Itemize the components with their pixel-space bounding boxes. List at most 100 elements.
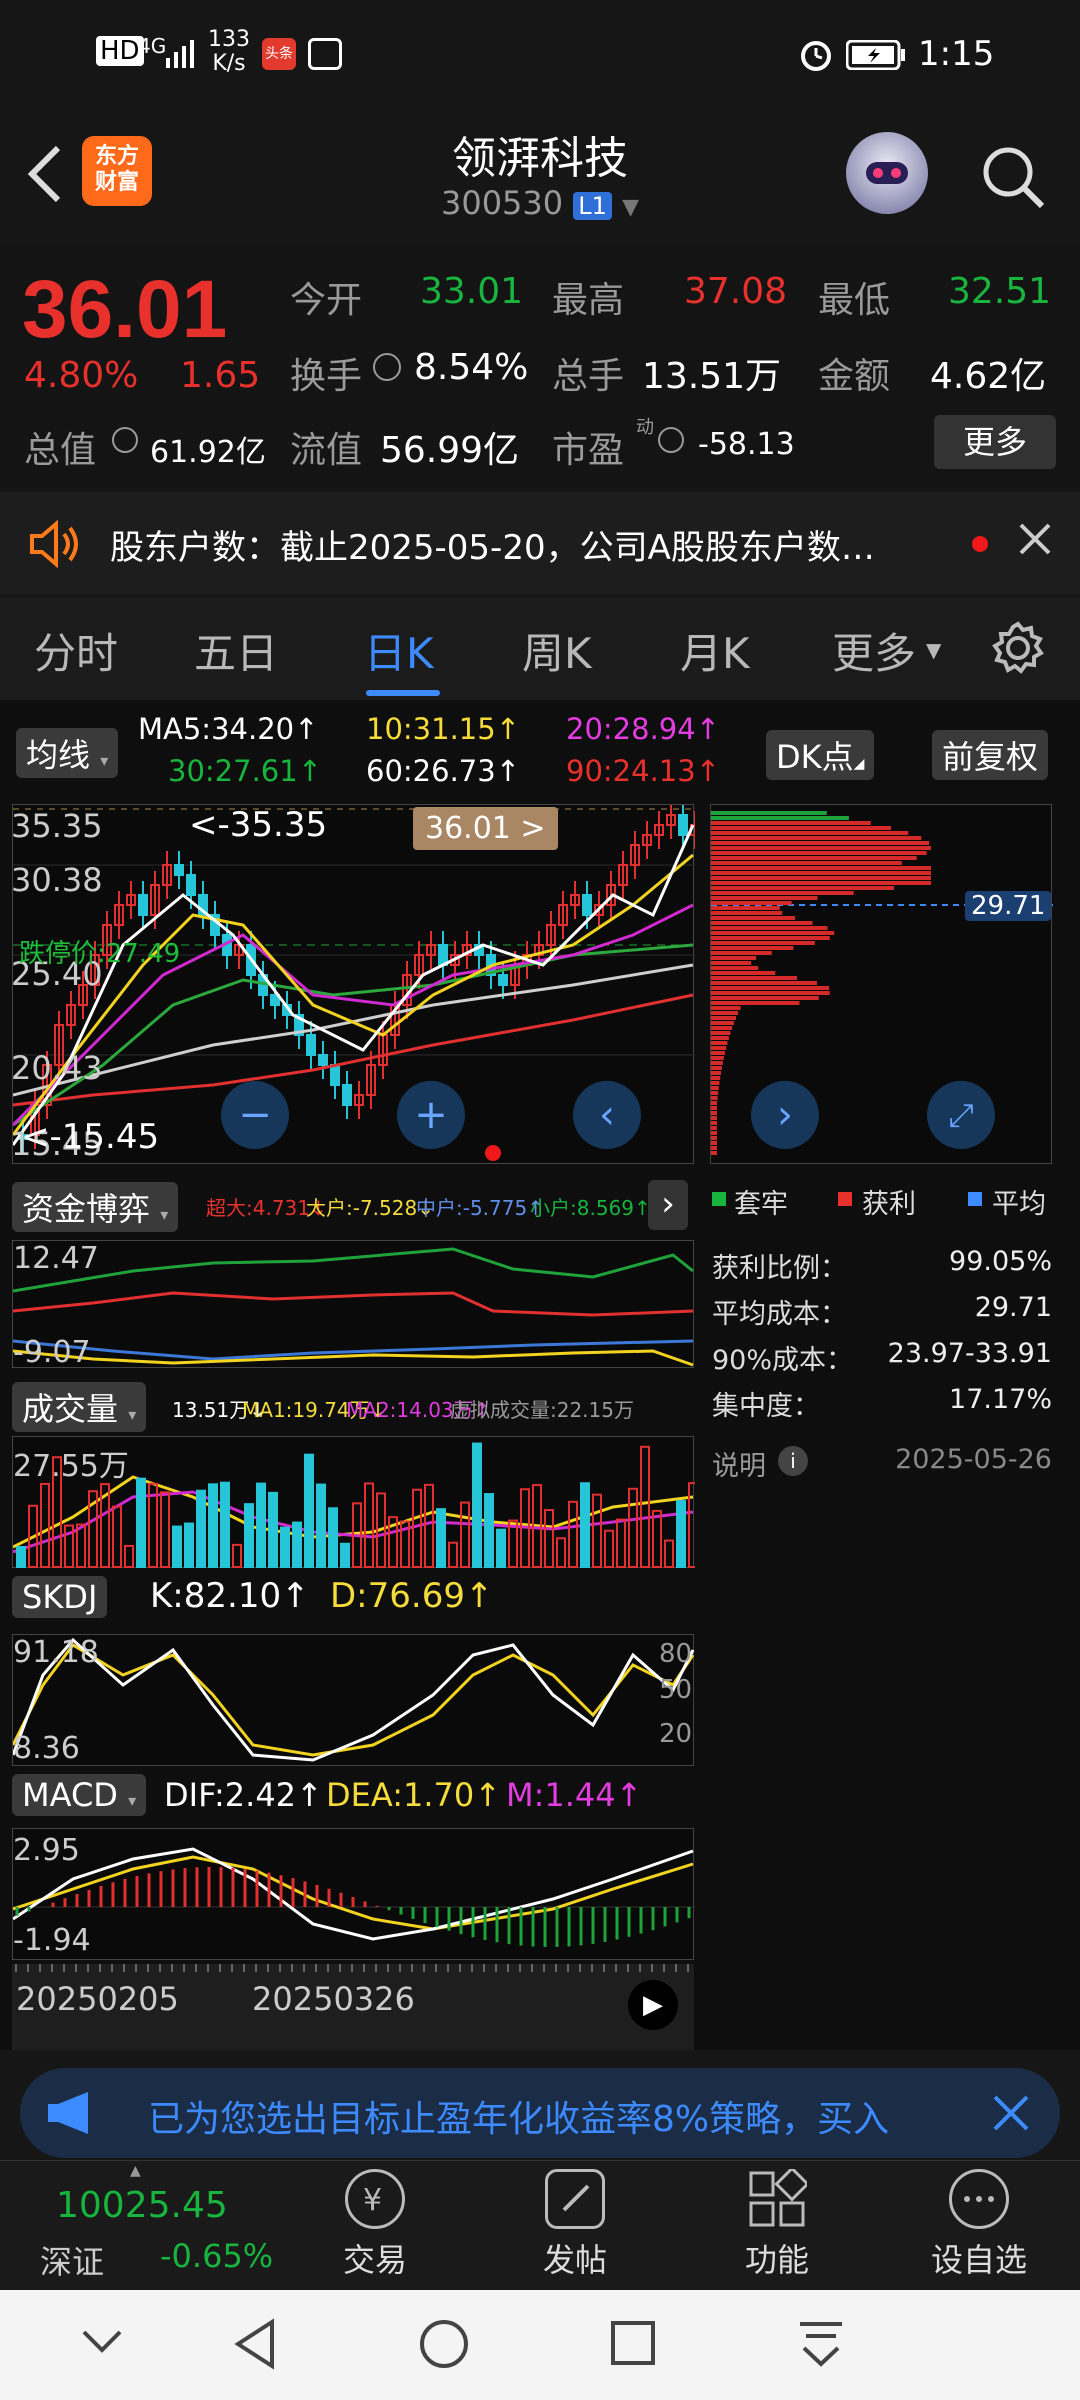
info-icon[interactable] (373, 353, 401, 381)
chip-bar (711, 1061, 723, 1065)
chip-bar (711, 1116, 717, 1120)
fund-panel[interactable]: 12.47 -9.07 (12, 1240, 694, 1370)
chip-bar (711, 916, 796, 920)
home-icon[interactable] (418, 2318, 470, 2374)
fund-label: 资金博弈 (22, 1190, 151, 1228)
tab-more[interactable]: 更多 (832, 620, 916, 681)
skdj-ref-50: 50 (659, 1675, 693, 1705)
chip-stats: 获利比例： 99.05% 平均成本： 29.71 90%成本： 23.97-33.91… (712, 1246, 1062, 1546)
skdj-selector[interactable]: SKDJ (12, 1576, 108, 1618)
high-value: 37.08 (684, 271, 788, 312)
skdj-k: K:82.10↑ (150, 1576, 310, 1616)
chip-bar (711, 851, 927, 855)
strategy-banner[interactable]: 已为您选出目标止盈年化收益率8%策略，买入 (20, 2068, 1060, 2158)
dk-point-button[interactable]: DK点◢ (766, 730, 875, 780)
concentration-label: 集中度： (712, 1391, 820, 1422)
adjust-button[interactable]: 前复权 (932, 730, 1049, 780)
close-icon[interactable] (1018, 522, 1052, 560)
chevron-down-icon[interactable]: ▼ (622, 195, 639, 220)
zoom-out-button[interactable]: − (221, 1081, 289, 1149)
zoom-in-button[interactable]: + (397, 1081, 465, 1149)
recents-icon[interactable] (610, 2320, 656, 2370)
chip-bar (711, 906, 780, 910)
chevron-down-icon[interactable] (80, 2326, 124, 2360)
back-triangle-icon[interactable] (232, 2318, 278, 2374)
add-watchlist-button[interactable]: 设自选 (904, 2169, 1054, 2281)
download-menu-icon[interactable] (796, 2318, 846, 2374)
info-icon[interactable]: i (778, 1446, 808, 1476)
grid-icon (747, 2166, 810, 2229)
trade-button[interactable]: ¥ 交易 (300, 2169, 450, 2281)
chevron-up-icon[interactable]: ▲ (130, 2163, 141, 2179)
volume-bar (484, 1493, 494, 1568)
macd-label: MACD (22, 1776, 118, 1814)
volume-bar (316, 1483, 326, 1568)
chip-bar (711, 936, 830, 940)
macd-panel[interactable]: 2.95 -1.94 (12, 1828, 695, 1960)
function-label: 功能 (744, 2241, 809, 2279)
chip-bar (711, 1051, 725, 1055)
robot-assistant-icon[interactable] (846, 132, 928, 214)
chip-bar (711, 866, 931, 870)
tab-intraday[interactable]: 分时 (34, 620, 118, 681)
tab-weekly-k[interactable]: 周K (522, 620, 592, 681)
signal-dot (485, 1145, 501, 1161)
tab-five-day[interactable]: 五日 (194, 620, 278, 681)
volume-label: 总手 (552, 356, 625, 397)
level-badge[interactable]: L1 (573, 192, 612, 220)
volume-panel[interactable]: 27.55万 (12, 1436, 695, 1569)
dea-line (13, 1855, 694, 1931)
chip-bar (711, 971, 776, 975)
avg-cost-value: 29.71 (974, 1292, 1052, 1323)
notice-bar[interactable]: 股东户数：截止2025-05-20，公司A股股东户数… (0, 492, 1080, 594)
chevron-down-icon[interactable]: ▼ (926, 638, 941, 662)
macd-selector[interactable]: MACD ▾ (12, 1774, 147, 1816)
stock-code: 300530 (440, 184, 564, 222)
chip-bar (711, 946, 794, 950)
search-icon[interactable] (980, 144, 1046, 214)
note-label[interactable]: 说明 (712, 1451, 766, 1482)
period-tabs: 分时 五日 日K 周K 月K 更多 ▼ (0, 598, 1080, 700)
mktcap-value: 61.92亿 (150, 435, 266, 470)
fund-game-selector[interactable]: 资金博弈 ▾ (12, 1182, 179, 1232)
gear-icon[interactable] (990, 620, 1046, 680)
ma-selector[interactable]: 均线 ▾ (16, 728, 119, 778)
more-button[interactable]: 更多 (934, 415, 1056, 469)
expand-icon[interactable]: ⤢ (927, 1081, 995, 1149)
profit-swatch (838, 1192, 852, 1206)
chip-bar (711, 1071, 721, 1075)
skdj-d-line (13, 1643, 695, 1757)
info-icon[interactable] (112, 427, 138, 453)
chip-bar (711, 1026, 733, 1030)
volume-bar (196, 1489, 206, 1568)
chip-bar (711, 996, 819, 1000)
post-label: 发帖 (542, 2241, 607, 2279)
chip-bar (711, 951, 772, 955)
chip-distribution-panel[interactable]: 29.71 › ⤢ (710, 804, 1053, 1164)
volume-selector[interactable]: 成交量 ▾ (12, 1382, 147, 1432)
float-label: 流值 (290, 430, 363, 471)
index-name: 深证 (40, 2243, 105, 2281)
price-tag[interactable]: 36.01 > (413, 807, 558, 850)
post-button[interactable]: 发帖 (500, 2169, 650, 2281)
chevron-left-icon[interactable]: ‹ (573, 1081, 641, 1149)
volume-bar (160, 1491, 170, 1568)
play-icon[interactable]: ▶ (628, 1980, 678, 2030)
chevron-right-icon[interactable]: › (648, 1180, 688, 1230)
max-marker: <-35.35 (189, 805, 328, 845)
close-icon[interactable] (992, 2094, 1030, 2136)
chip-bar (711, 871, 931, 875)
chip-bar (711, 961, 752, 965)
index-value[interactable]: 10025.45 (56, 2185, 228, 2226)
tab-daily-k[interactable]: 日K (364, 620, 434, 681)
function-button[interactable]: 功能 (702, 2166, 852, 2281)
date-axis[interactable]: 20250205 20250326 ▶ (12, 1964, 694, 2050)
kline-panel[interactable]: 35.35 30.38 25.40 20.43 15.45 <-35.35 <-… (11, 804, 695, 1164)
pe-label: 市盈 (552, 430, 625, 471)
chip-bar (711, 1081, 720, 1085)
change-amount: 1.65 (180, 355, 261, 396)
skdj-panel[interactable]: 91.18 8.36 80 50 20 (12, 1634, 695, 1766)
chevron-right-icon[interactable]: › (751, 1081, 819, 1149)
tab-monthly-k[interactable]: 月K (680, 620, 750, 681)
info-icon[interactable] (658, 427, 684, 453)
